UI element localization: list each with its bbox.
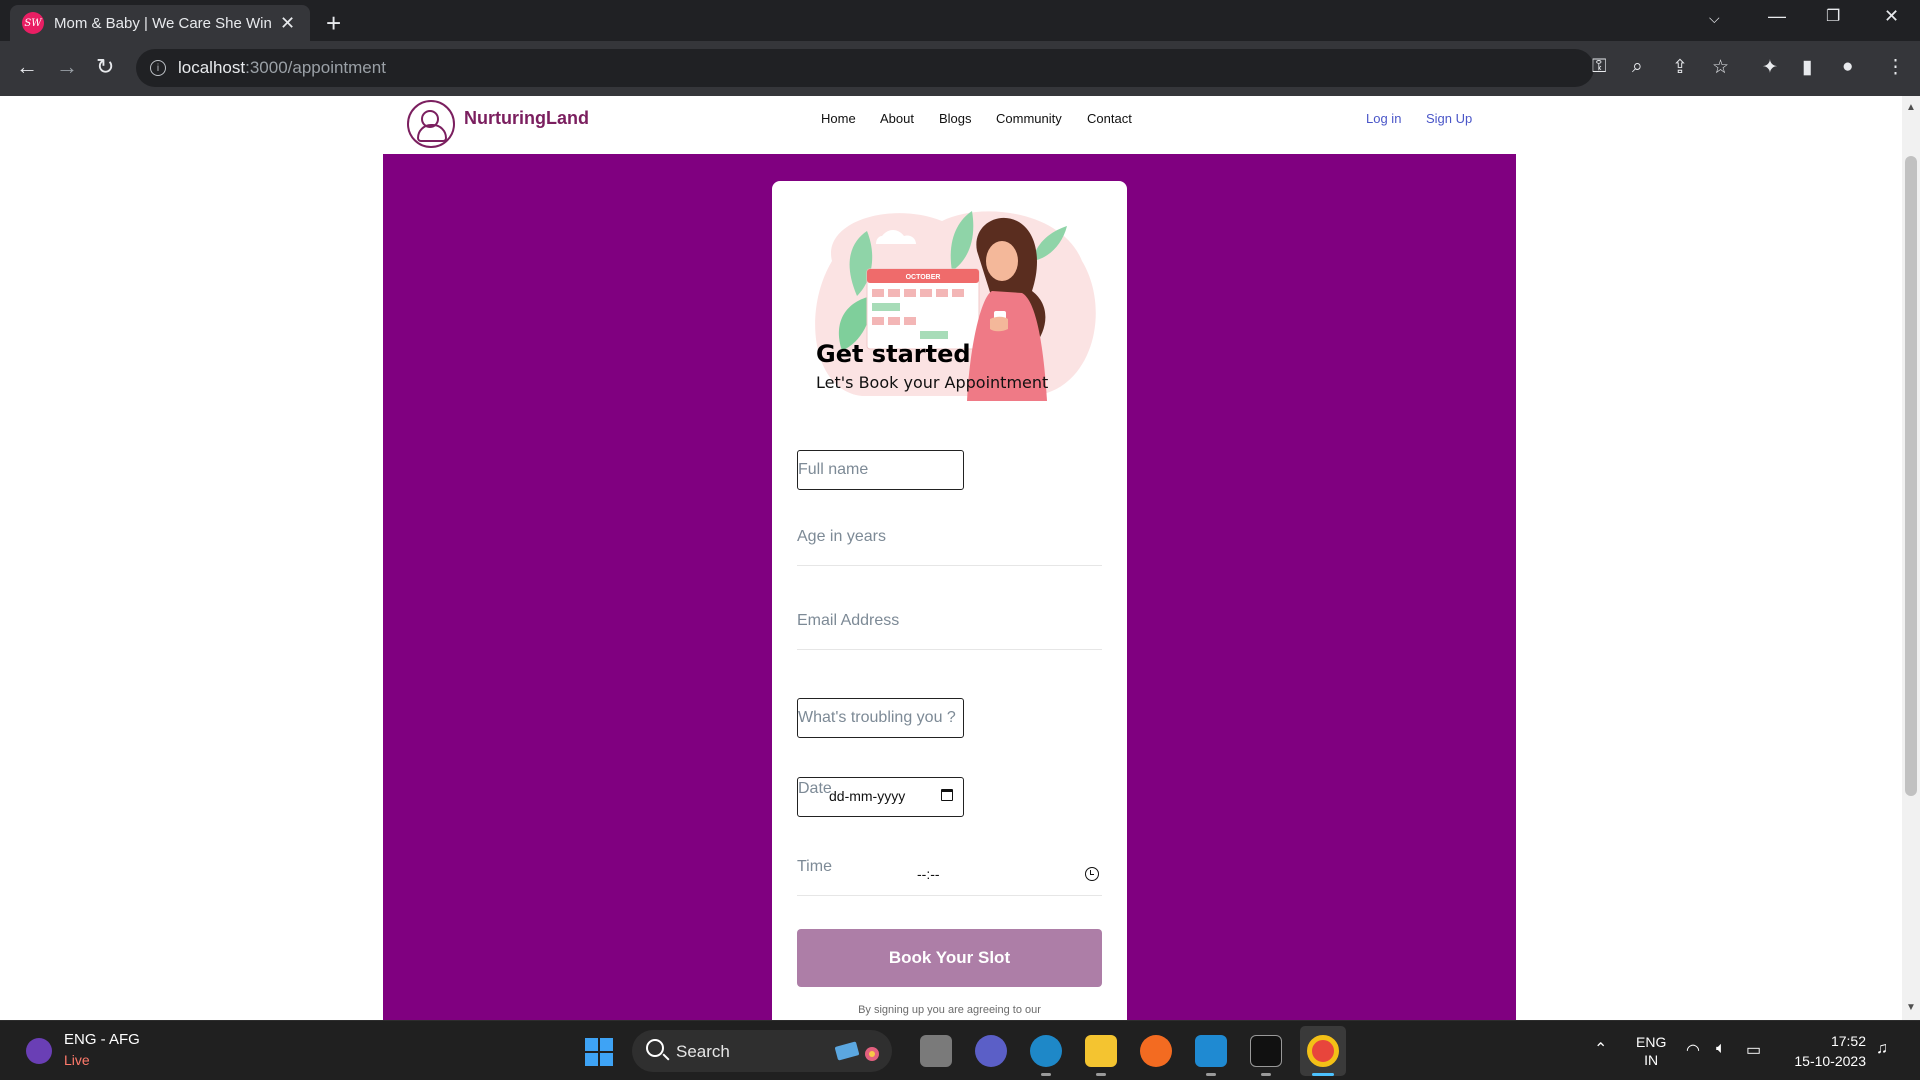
- zoom-icon[interactable]: ⌕: [1632, 56, 1643, 78]
- firefox-icon[interactable]: [1140, 1035, 1172, 1067]
- time-label: Time: [797, 858, 832, 875]
- vscode-running-indicator: [1206, 1073, 1216, 1076]
- appointment-illustration: OCTOBER: [815, 211, 1096, 401]
- trouble-input[interactable]: What's troubling you ?: [797, 698, 964, 738]
- scroll-down-icon[interactable]: ▼: [1906, 1002, 1916, 1013]
- date-input[interactable]: Date dd-mm-yyyy: [797, 777, 964, 817]
- side-panel-icon[interactable]: ▮: [1802, 56, 1812, 79]
- extensions-icon[interactable]: ✦: [1762, 56, 1778, 79]
- reload-button[interactable]: ↻: [96, 54, 114, 80]
- nav-about[interactable]: About: [880, 111, 914, 126]
- tray-lang-region: IN: [1644, 1052, 1659, 1068]
- widget-live-text[interactable]: Live: [64, 1052, 90, 1068]
- terminal-icon[interactable]: [1250, 1035, 1282, 1067]
- live-news-icon[interactable]: [26, 1038, 52, 1064]
- tray-lang-code: ENG: [1636, 1034, 1667, 1050]
- terms-text: By signing up you are agreeing to our: [858, 1004, 1041, 1016]
- edge-running-indicator: [1041, 1073, 1051, 1076]
- menu-icon[interactable]: ⋮: [1886, 56, 1905, 79]
- url-path: :3000/appointment: [245, 58, 386, 77]
- page-scrollbar[interactable]: ▲ ▼: [1902, 96, 1920, 1020]
- scroll-up-icon[interactable]: ▲: [1906, 102, 1916, 113]
- address-bar[interactable]: i localhost:3000/appointment: [136, 49, 1594, 87]
- date-value: dd-mm-yyyy: [829, 788, 906, 804]
- vscode-icon[interactable]: [1195, 1035, 1227, 1067]
- wifi-icon[interactable]: ◠: [1686, 1040, 1700, 1060]
- full-name-placeholder: Full name: [798, 461, 869, 478]
- taskbar-clock[interactable]: 17:52 15-10-2023: [1786, 1031, 1866, 1071]
- taskbar: ENG - AFG Live Search ⌃ ENG IN ◠ 🔈︎ ▭ 17…: [0, 1020, 1920, 1080]
- clock-date: 15-10-2023: [1794, 1053, 1866, 1069]
- teams-icon[interactable]: [975, 1035, 1007, 1067]
- search-highlight-icon: [835, 1041, 879, 1061]
- clock-time: 17:52: [1830, 1033, 1866, 1049]
- input-language[interactable]: ENG IN: [1636, 1033, 1666, 1069]
- edge-icon[interactable]: [1030, 1035, 1062, 1067]
- profile-icon[interactable]: ●: [1842, 56, 1853, 78]
- notification-bell-icon[interactable]: ♫︎: [1876, 1040, 1888, 1058]
- time-input[interactable]: Time --:--: [797, 850, 1102, 896]
- logo-icon[interactable]: [407, 100, 455, 148]
- url-host: localhost: [178, 58, 246, 77]
- age-placeholder: Age in years: [797, 528, 886, 545]
- close-tab-icon[interactable]: ✕: [280, 13, 295, 34]
- nav-contact[interactable]: Contact: [1087, 111, 1132, 126]
- appointment-card: OCTOBER Get started Let's Book your Appo…: [772, 181, 1127, 1020]
- search-label: Search: [676, 1042, 730, 1061]
- trouble-placeholder: What's troubling you ?: [798, 709, 956, 726]
- file-explorer-alt-icon[interactable]: [920, 1035, 952, 1067]
- terminal-running-indicator: [1261, 1073, 1271, 1076]
- email-input[interactable]: Email Address: [797, 604, 1102, 650]
- nav-home[interactable]: Home: [821, 111, 856, 126]
- calendar-month-label: OCTOBER: [906, 274, 941, 281]
- tray-expand-icon[interactable]: ⌃: [1594, 1039, 1607, 1059]
- browser-tab[interactable]: SW Mom & Baby | We Care She Win ✕: [10, 5, 310, 41]
- forward-button[interactable]: →: [56, 54, 78, 80]
- age-input[interactable]: Age in years: [797, 520, 1102, 566]
- chrome-icon[interactable]: [1307, 1035, 1339, 1067]
- search-icon: [646, 1039, 664, 1057]
- date-label: Date: [798, 780, 832, 797]
- time-value: --:--: [917, 866, 940, 882]
- bookmark-star-icon[interactable]: ☆: [1712, 56, 1729, 79]
- clock-icon[interactable]: [1085, 867, 1099, 881]
- site-info-icon[interactable]: i: [150, 60, 166, 76]
- signup-link[interactable]: Sign Up: [1426, 111, 1472, 126]
- back-button[interactable]: ←: [16, 54, 38, 80]
- restore-button[interactable]: ❐: [1826, 6, 1840, 26]
- form-title: Get started: [816, 340, 971, 368]
- page-viewport: NurturingLand Home About Blogs Community…: [0, 96, 1902, 1020]
- share-icon[interactable]: ⇪: [1672, 56, 1688, 79]
- tab-title: Mom & Baby | We Care She Win: [54, 14, 272, 32]
- key-icon[interactable]: ⚿: [1592, 56, 1606, 78]
- volume-icon[interactable]: 🔈︎: [1716, 1040, 1726, 1058]
- full-name-input[interactable]: Full name: [797, 450, 964, 490]
- site-favicon-icon: SW: [22, 12, 44, 34]
- close-window-button[interactable]: ✕: [1884, 6, 1899, 27]
- tab-search-icon[interactable]: ⌵: [1709, 10, 1720, 27]
- windows-start-icon[interactable]: [585, 1038, 613, 1066]
- explorer-running-indicator: [1096, 1073, 1106, 1076]
- site-header: NurturingLand Home About Blogs Community…: [383, 96, 1516, 154]
- book-slot-button[interactable]: Book Your Slot: [797, 929, 1102, 987]
- file-explorer-icon[interactable]: [1085, 1035, 1117, 1067]
- form-subtitle: Let's Book your Appointment: [816, 373, 1049, 392]
- email-placeholder: Email Address: [797, 612, 900, 629]
- chrome-active-indicator: [1312, 1073, 1334, 1076]
- login-link[interactable]: Log in: [1366, 111, 1401, 126]
- browser-toolbar: ← → ↻ i localhost:3000/appointment ⚿ ⌕ ⇪…: [0, 41, 1920, 96]
- taskbar-search[interactable]: Search: [632, 1030, 892, 1072]
- nav-community[interactable]: Community: [996, 111, 1062, 126]
- nav-blogs[interactable]: Blogs: [939, 111, 972, 126]
- new-tab-button[interactable]: +: [326, 8, 341, 39]
- scroll-thumb[interactable]: [1905, 156, 1917, 796]
- browser-tabbar: SW Mom & Baby | We Care She Win ✕ + ⌵ — …: [0, 0, 1920, 41]
- widget-lang-text[interactable]: ENG - AFG: [64, 1031, 140, 1048]
- calendar-icon[interactable]: [941, 789, 953, 801]
- minimize-button[interactable]: —: [1768, 6, 1786, 27]
- battery-icon[interactable]: ▭: [1746, 1040, 1761, 1060]
- logo-text[interactable]: NurturingLand: [464, 108, 589, 129]
